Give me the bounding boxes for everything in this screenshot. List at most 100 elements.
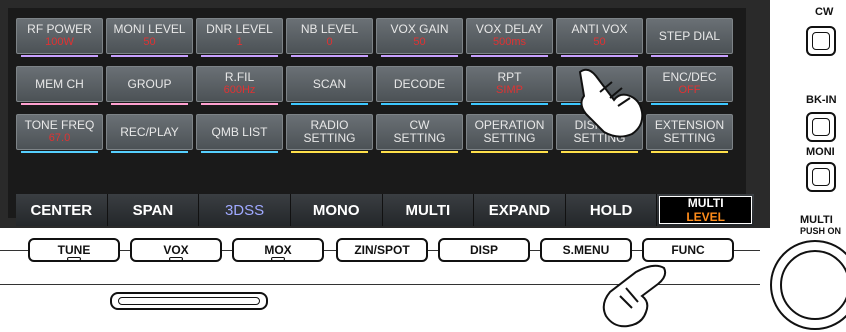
menu-key-value: 500ms xyxy=(492,36,527,48)
hardware-button[interactable]: ZIN/SPOT xyxy=(336,238,428,262)
function-key[interactable]: MULTI xyxy=(383,194,475,226)
menu-key-label: VOX GAIN xyxy=(390,22,449,36)
menu-key-label: MONI LEVEL xyxy=(113,22,186,36)
menu-key[interactable]: DNR LEVEL 1 xyxy=(196,18,283,57)
hardware-button[interactable]: MOX xyxy=(232,238,324,262)
function-key[interactable]: 3DSS xyxy=(199,194,291,226)
key-underline xyxy=(291,103,368,105)
menu-key[interactable]: VOX GAIN 50 xyxy=(376,18,463,57)
key-underline xyxy=(471,55,548,57)
menu-key-label: REC/PLAY xyxy=(120,124,179,139)
menu-key-label: TONE FREQ xyxy=(24,118,95,132)
menu-key-label: SETTING xyxy=(663,131,716,145)
menu-key-value: 50 xyxy=(413,36,426,48)
menu-key[interactable]: MONI LEVEL 50 xyxy=(106,18,193,57)
menu-key-value: 50 xyxy=(143,36,156,48)
menu-key[interactable]: GROUP xyxy=(106,66,193,105)
function-key[interactable]: HOLD xyxy=(566,194,658,226)
key-underline xyxy=(561,55,638,57)
key-underline xyxy=(21,55,98,57)
menu-key[interactable]: MEM CH xyxy=(16,66,103,105)
function-bar: CENTER SPAN 3DSS MONO MULTI EXPAND HOLD MULTI LE… xyxy=(16,194,754,226)
key-underline xyxy=(111,151,188,153)
hardware-button[interactable]: VOX xyxy=(130,238,222,262)
menu-key[interactable]: SCAN xyxy=(286,66,373,105)
cw-button[interactable] xyxy=(806,26,836,56)
menu-key-value: SIMP xyxy=(496,84,523,96)
menu-key-label: DECODE xyxy=(393,76,446,91)
key-underline xyxy=(561,151,638,153)
menu-key[interactable]: CW SETTING xyxy=(376,114,463,153)
key-underline xyxy=(111,103,188,105)
multi-level-button[interactable]: MULTI LEVEL xyxy=(659,196,752,224)
menu-key-label: SETTING xyxy=(303,131,356,145)
key-underline xyxy=(381,55,458,57)
menu-key-value: 100W xyxy=(45,36,74,48)
hand-pointer-icon xyxy=(602,264,667,328)
menu-key[interactable]: STEP DIAL xyxy=(646,18,733,57)
menu-key[interactable]: NB LEVEL 0 xyxy=(286,18,373,57)
menu-key-label: MEM CH xyxy=(35,76,84,91)
menu-key-label: QMB LIST xyxy=(211,124,268,139)
menu-key[interactable]: VOX DELAY 500ms xyxy=(466,18,553,57)
push-on-label: PUSH ON xyxy=(800,226,842,236)
multi-level-title: MULTI xyxy=(687,196,724,210)
menu-key[interactable]: QMB LIST xyxy=(196,114,283,153)
menu-key[interactable]: R.FIL 600Hz xyxy=(196,66,283,105)
function-key[interactable]: CENTER xyxy=(16,194,108,226)
menu-key-label: RPT xyxy=(497,70,522,84)
menu-key[interactable]: ANTI VOX 50 xyxy=(556,18,643,57)
menu-key-value: 0 xyxy=(326,36,333,48)
hardware-button-label: S.MENU xyxy=(562,243,610,257)
key-underline xyxy=(201,55,278,57)
hardware-button[interactable]: TUNE xyxy=(28,238,120,262)
bkin-button[interactable] xyxy=(806,112,836,142)
hardware-button[interactable]: DISP xyxy=(438,238,530,262)
menu-key[interactable]: RADIO SETTING xyxy=(286,114,373,153)
function-key[interactable]: EXPAND xyxy=(474,194,566,226)
menu-key-value: 1 xyxy=(236,36,243,48)
hardware-button[interactable]: S.MENU xyxy=(540,238,632,262)
menu-key[interactable]: DECODE xyxy=(376,66,463,105)
hardware-button[interactable]: FUNC xyxy=(642,238,734,262)
menu-key[interactable]: RPT SIMP xyxy=(466,66,553,105)
menu-key-label: SETTING xyxy=(483,131,536,145)
hand-pointer-icon xyxy=(578,68,644,138)
menu-key-label: GROUP xyxy=(127,76,172,91)
function-key[interactable]: MONO xyxy=(291,194,383,226)
key-underline xyxy=(381,103,458,105)
menu-key-value: 67.0 xyxy=(48,132,71,144)
key-underline xyxy=(291,55,368,57)
cw-label: CW xyxy=(815,6,834,18)
moni-button[interactable] xyxy=(806,162,836,192)
multi-knob-inner xyxy=(780,250,846,320)
hardware-button-label: TUNE xyxy=(57,243,91,257)
hardware-button-label: ZIN/SPOT xyxy=(354,243,410,257)
menu-key-value: OFF xyxy=(678,84,701,96)
multi-level-value: LEVEL xyxy=(686,210,726,224)
multi-label: MULTI xyxy=(800,214,833,226)
hardware-button-label: FUNC xyxy=(671,243,705,257)
menu-key[interactable]: REC/PLAY xyxy=(106,114,193,153)
menu-key-label: R.FIL xyxy=(224,70,255,84)
grid-icon xyxy=(812,118,830,136)
menu-key[interactable]: TONE FREQ 67.0 xyxy=(16,114,103,153)
card-slot-inner xyxy=(118,297,260,305)
key-underline xyxy=(381,151,458,153)
menu-key-label: SETTING xyxy=(393,131,446,145)
menu-key-label: VOX DELAY xyxy=(475,22,544,36)
menu-key[interactable]: RF POWER 100W xyxy=(16,18,103,57)
menu-key-label: SCAN xyxy=(312,76,347,91)
key-underline xyxy=(21,103,98,105)
key-underline xyxy=(201,151,278,153)
led-indicator-icon xyxy=(271,257,285,261)
menu-key-label: ENC/DEC xyxy=(662,70,717,84)
hardware-button-label: DISP xyxy=(469,243,498,257)
menu-key[interactable]: OPERATION SETTING xyxy=(466,114,553,153)
menu-row-1: RF POWER 100W MONI LEVEL 50 DNR LEVEL 1 NB LEV… xyxy=(16,18,733,57)
key-underline xyxy=(111,55,188,57)
bkin-label: BK-IN xyxy=(806,94,837,106)
function-key[interactable]: SPAN xyxy=(108,194,200,226)
menu-key-label: STEP DIAL xyxy=(658,28,721,43)
key-underline xyxy=(201,103,278,105)
